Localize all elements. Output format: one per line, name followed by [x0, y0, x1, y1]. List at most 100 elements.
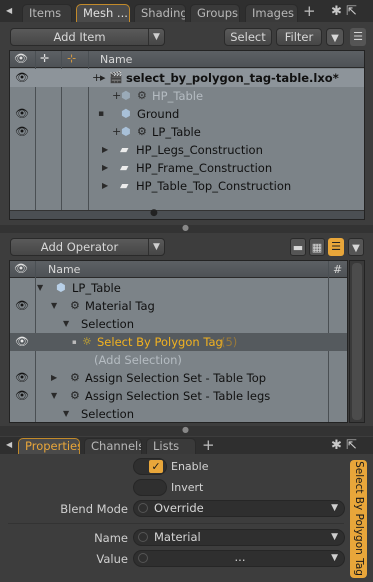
list-item[interactable]: 👁 + ▸ 🎬 select_by_polygon_tag-table.lxo*	[10, 69, 364, 87]
visibility-column-eye-icon[interactable]: 👁	[14, 52, 28, 65]
render-column-icon[interactable]: ⊹	[67, 52, 76, 65]
tab-images[interactable]: Images	[245, 4, 298, 22]
list-item[interactable]: ▼ ⬢ LP_Table	[10, 279, 347, 297]
expand-icon[interactable]: ▼	[51, 387, 57, 405]
side-tab-select-by-polygon-tag[interactable]: Select By Polygon Tag	[350, 460, 367, 578]
operator-filter-button[interactable]: ▼	[348, 238, 364, 256]
list-item[interactable]: 👁 + ⬢ ⚙ LP_Table	[10, 123, 364, 141]
list-item-label: Material Tag	[85, 299, 155, 313]
scroll-handle-icon[interactable]: ●	[150, 208, 158, 218]
name-dropdown[interactable]: Material ▼	[133, 529, 345, 546]
list-item-label: Assign Selection Set - Table legs	[85, 389, 271, 403]
horizontal-scrollbar[interactable]: ●	[10, 208, 364, 219]
list-item-label: (Add Selection)	[94, 353, 182, 367]
eye-icon[interactable]: 👁	[15, 369, 29, 387]
operator-list-panel: 👁 Name # ▼ ⬢ LP_Table 👁 ▼ ⚙ Material Tag…	[9, 260, 348, 423]
list-item[interactable]: ▶ ▰ HP_Legs_Construction	[10, 141, 364, 159]
list-item-count: (5)	[221, 335, 238, 349]
scroll-thumb[interactable]	[352, 263, 362, 420]
tab-images-label: Images	[252, 6, 295, 20]
list-item[interactable]: 👁 ▪ ⬢ Ground	[10, 105, 364, 123]
expand-icon[interactable]: ▶	[51, 369, 57, 387]
select-button[interactable]: Select	[224, 28, 272, 46]
list-item-label: Assign Selection Set - Table Top	[85, 371, 267, 385]
add-tab-icon[interactable]: +	[202, 436, 215, 454]
eye-icon[interactable]: 👁	[15, 333, 29, 351]
tab-items[interactable]: Items	[22, 4, 72, 22]
expand-icon[interactable]: ▼	[63, 405, 69, 422]
add-tab-icon[interactable]: +	[303, 2, 316, 20]
name-column-header[interactable]: Name	[100, 53, 132, 66]
eye-icon[interactable]: 👁	[15, 105, 29, 123]
list-icon: ☰	[331, 240, 341, 253]
gear-icon[interactable]: ✱	[331, 4, 342, 19]
eye-icon[interactable]: 👁	[15, 69, 29, 87]
panel-menu-icon[interactable]: ◀	[6, 440, 12, 449]
tab-shading[interactable]: Shading	[134, 4, 186, 22]
folder-icon: ▰	[120, 179, 129, 192]
splitter-grip-icon[interactable]: ●	[182, 223, 189, 232]
lock-column-icon[interactable]: ✛	[40, 52, 49, 65]
panel-splitter[interactable]: ●	[0, 425, 373, 436]
menu-icon: ☰	[353, 30, 363, 43]
gear-icon[interactable]: ✱	[331, 438, 342, 453]
splitter-grip-icon[interactable]: ●	[182, 425, 189, 434]
tab-mesh[interactable]: Mesh ...	[76, 4, 130, 22]
eye-icon[interactable]: 👁	[15, 123, 29, 141]
funnel-icon: ▼	[331, 33, 339, 44]
blend-mode-dropdown[interactable]: Override ▼	[133, 500, 345, 517]
count-column-header[interactable]: #	[333, 263, 342, 276]
list-item[interactable]: ▶ ▰ HP_Frame_Construction	[10, 159, 364, 177]
panel-menu-icon[interactable]: ◀	[6, 6, 12, 15]
visibility-column-eye-icon[interactable]: 👁	[14, 262, 28, 275]
eye-icon[interactable]: 👁	[15, 297, 29, 315]
expand-icon[interactable]: +	[112, 123, 121, 141]
deformer-icon: ⚙	[137, 89, 147, 102]
expand-icon[interactable]: ▼	[51, 297, 57, 315]
columns-menu-button[interactable]: ☰	[350, 28, 366, 46]
invert-checkbox[interactable]	[133, 479, 167, 496]
expand-icon[interactable]: ▼	[63, 315, 69, 333]
expand-icon[interactable]: ▶	[102, 141, 108, 159]
expand-icon[interactable]: ⇱	[346, 438, 357, 453]
expand-icon[interactable]: ▼	[37, 279, 43, 297]
filter-button[interactable]: Filter	[276, 28, 322, 46]
list-item[interactable]: 👁 ▼ ⚙ Material Tag	[10, 297, 347, 315]
blend-mode-toggle	[138, 503, 148, 513]
tab-lists[interactable]: Lists	[146, 438, 196, 454]
chevron-down-icon: ▼	[331, 503, 338, 513]
vertical-scrollbar[interactable]	[349, 260, 365, 423]
expand-icon[interactable]: ▶	[102, 177, 108, 195]
eye-icon[interactable]: 👁	[15, 387, 29, 405]
operator-list-button[interactable]: ☰	[328, 238, 344, 256]
tab-properties[interactable]: Properties	[18, 438, 80, 454]
list-item[interactable]: + ⬢ ⚙ HP_Table	[10, 87, 364, 105]
list-item[interactable]: 👁 ▶ ⚙ Assign Selection Set - Table Top	[10, 369, 347, 387]
list-item-selected[interactable]: 👁 ▪ ☼ Select By Polygon Tag (5)	[10, 333, 347, 351]
list-item[interactable]: ▼ Selection	[10, 315, 347, 333]
value-label: Value	[96, 552, 128, 566]
enable-checkbox[interactable]: ✓	[133, 458, 167, 475]
list-item[interactable]: 👁 ▼ ⚙ Assign Selection Set - Table legs	[10, 387, 347, 405]
add-item-button[interactable]: Add Item ▼	[10, 28, 165, 46]
expand-icon[interactable]: +	[112, 87, 121, 105]
expand-icon[interactable]: ▶	[102, 159, 108, 177]
add-operator-button[interactable]: Add Operator ▼	[10, 238, 165, 256]
expand-icon[interactable]: ⇱	[346, 4, 357, 19]
list-item[interactable]: ▶ ▰ HP_Table_Top_Construction	[10, 177, 364, 195]
tab-properties-label: Properties	[25, 439, 80, 453]
panel-splitter[interactable]: ●	[0, 223, 373, 233]
tab-channels[interactable]: Channels	[84, 438, 142, 454]
name-column-header[interactable]: Name	[48, 263, 80, 276]
tab-mesh-label: Mesh ...	[83, 6, 128, 20]
value-dropdown[interactable]: ... ▼	[133, 550, 345, 567]
list-item[interactable]: ▼ Selection	[10, 405, 347, 422]
list-item-label: Ground	[137, 107, 180, 121]
operator-view-button[interactable]: ▬	[290, 238, 306, 256]
operator-grid-button[interactable]: ▦	[309, 238, 325, 256]
list-item[interactable]: (Add Selection)	[10, 351, 347, 369]
tab-groups[interactable]: Groups	[190, 4, 240, 22]
filter-funnel-button[interactable]: ▼	[326, 28, 344, 46]
grid-icon: ▦	[311, 241, 323, 254]
expand-icon[interactable]: ▸	[100, 69, 106, 87]
